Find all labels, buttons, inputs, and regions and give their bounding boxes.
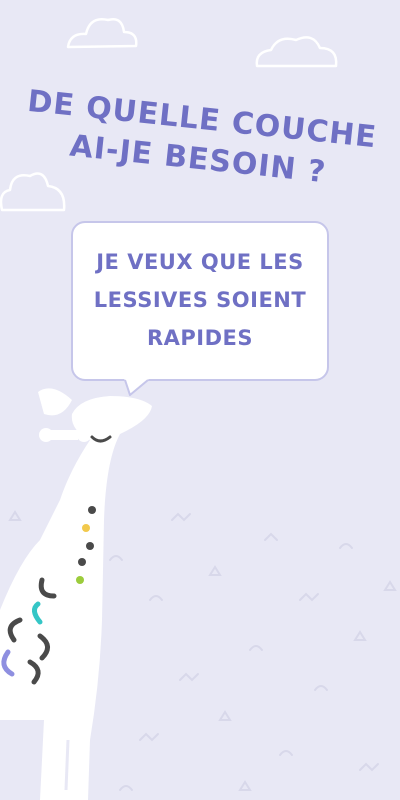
speech-bubble-line-2: LESSIVES SOIENT	[93, 288, 307, 312]
giraffe-illustration	[0, 388, 152, 800]
cloud-top-right	[255, 36, 338, 68]
speech-bubble-tail	[124, 378, 150, 396]
question-screen: DE QUELLE COUCHE AI-JE BESOIN ? JE VEUX …	[0, 0, 400, 800]
speech-bubble-line-3: RAPIDES	[146, 326, 254, 350]
speech-bubble-text: JE VEUX QUE LES LESSIVES SOIENT RAPIDES	[71, 243, 329, 357]
cloud-top-left	[66, 18, 138, 49]
cloud-left	[0, 172, 66, 212]
speech-bubble-line-1: JE VEUX QUE LES	[96, 250, 304, 274]
